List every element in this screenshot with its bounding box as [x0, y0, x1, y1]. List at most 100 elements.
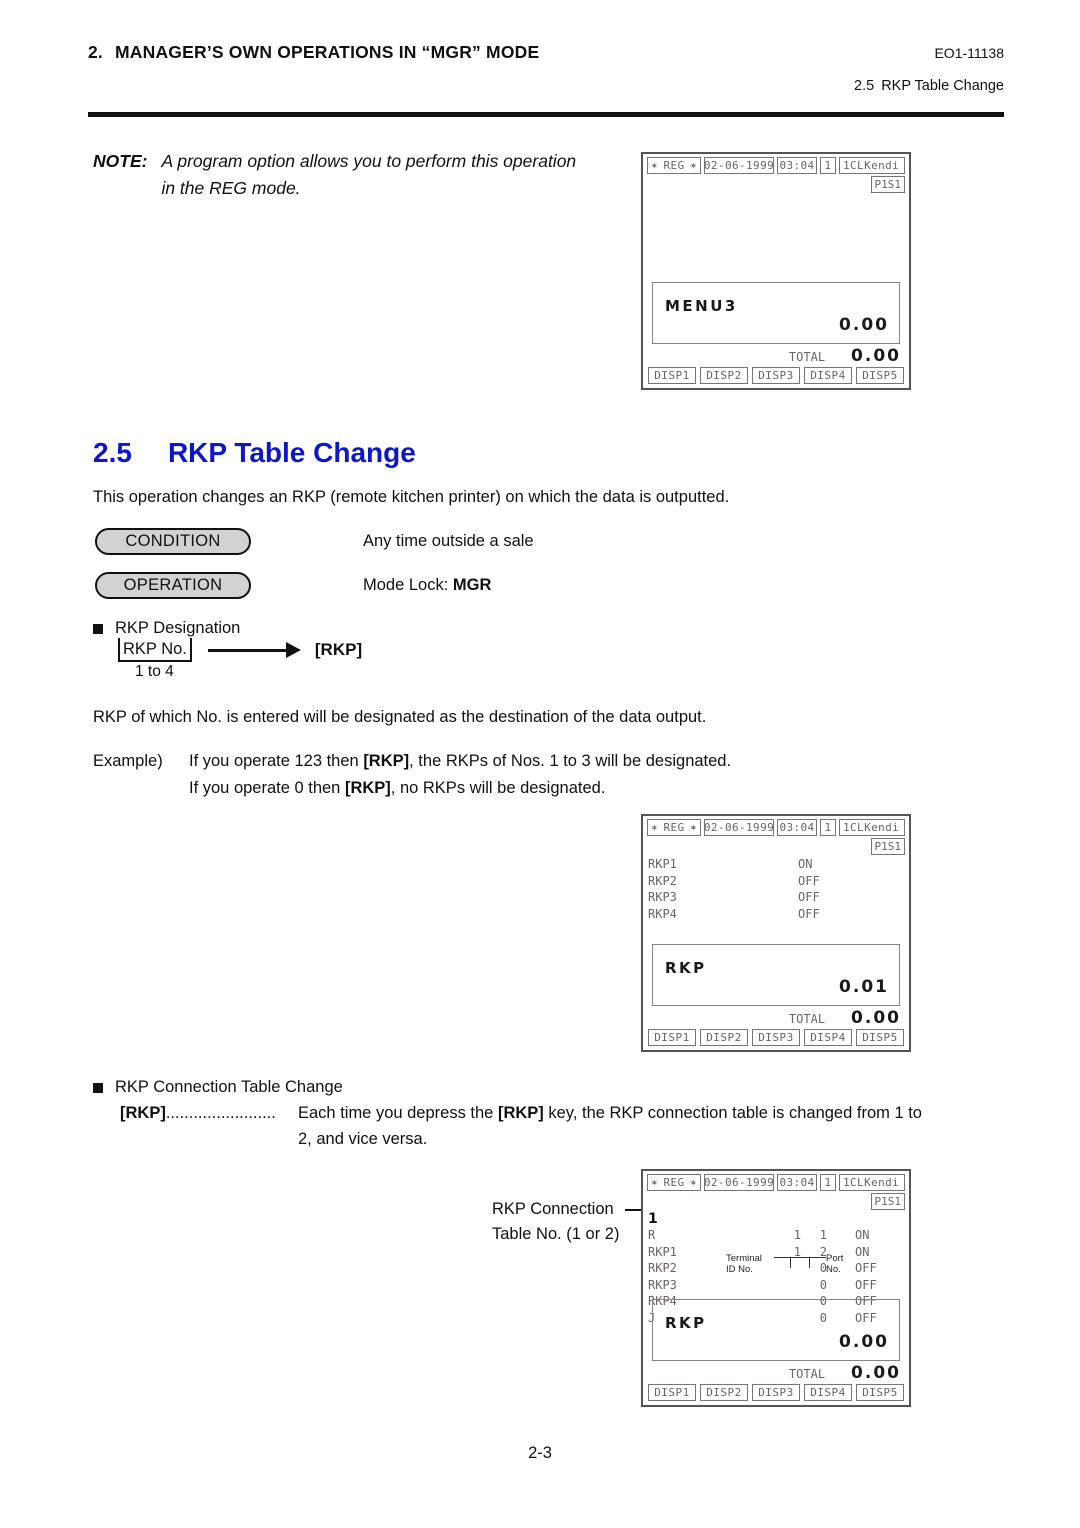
- rkp-designation-heading: RKP Designation: [93, 619, 240, 638]
- bullet-square-icon: [93, 623, 103, 634]
- disp3-button[interactable]: DISP3: [752, 367, 800, 384]
- disp2-button[interactable]: DISP2: [700, 1029, 748, 1046]
- lcd-disp-button-bar: DISP1 DISP2 DISP3 DISP4 DISP5: [648, 1029, 904, 1046]
- example-body: If you operate 123 then [RKP], the RKPs …: [189, 748, 989, 802]
- mode-star-left-icon: ✶: [651, 821, 659, 834]
- row-name: RKP3: [648, 1277, 677, 1292]
- rkp-connection-inline-key: [RKP]: [497, 1104, 544, 1122]
- example-line1-b: , the RKPs of Nos. 1 to 3 will be design…: [409, 752, 732, 770]
- lcd-status-bar: ✶ REG ✶ 02-06-1999 03:04 1 1CLKendi: [647, 819, 905, 836]
- note-block: NOTE: A program option allows you to perf…: [93, 148, 613, 202]
- leader-dots: ........................: [165, 1104, 276, 1122]
- lcd-amount-zone: RKP 0.01: [652, 944, 900, 1006]
- lcd-total-label: TOTAL: [788, 1367, 826, 1381]
- disp5-button[interactable]: DISP5: [856, 1384, 904, 1401]
- rkp-connection-text-b: key, the RKP connection table is changed…: [543, 1104, 922, 1122]
- rkp-key-label: [RKP]: [314, 640, 363, 659]
- header-top-row: 2. MANAGER’S OWN OPERATIONS IN “MGR” MODE…: [88, 42, 1004, 63]
- lcd-ps-badge: P1S1: [870, 1193, 905, 1210]
- page-number: 2-3: [528, 1444, 552, 1462]
- disp5-button[interactable]: DISP5: [856, 1029, 904, 1046]
- lcd-total-value: 0.00: [851, 1363, 901, 1383]
- list-item: RKP4 OFF: [648, 906, 904, 923]
- lcd-amount-zone: MENU3 0.00: [652, 282, 900, 344]
- lcd-ps-badge: P1S1: [870, 838, 905, 855]
- rkp-designation-heading-label: RKP Designation: [115, 619, 241, 637]
- lcd-register-no-field: 1: [820, 1174, 836, 1191]
- bullet-square-icon: [93, 1082, 103, 1093]
- lcd-clerk-field: 1CLKendi: [839, 1174, 905, 1191]
- row-name: R: [648, 1228, 656, 1242]
- lcd-mode-field: ✶ REG ✶: [647, 819, 701, 836]
- intro-paragraph: This operation changes an RKP (remote ki…: [93, 488, 730, 506]
- lcd-amount-zone: RKP 0.00: [652, 1299, 900, 1361]
- terminal-id-annotation-line2: ID No.: [726, 1264, 753, 1275]
- list-item: RKP2 OFF: [648, 873, 904, 890]
- mode-star-right-icon: ✶: [689, 1176, 697, 1189]
- mode-star-left-icon: ✶: [651, 1176, 659, 1189]
- connection-table-no: 1: [648, 1211, 658, 1227]
- disp5-button[interactable]: DISP5: [856, 367, 904, 384]
- rkp-connection-description: [RKP]........................ Each time y…: [120, 1100, 1010, 1152]
- disp4-button[interactable]: DISP4: [804, 367, 852, 384]
- terminal-id: 1: [793, 1228, 801, 1242]
- rkp-name: RKP3: [648, 890, 677, 904]
- terminal-id-annotation: Terminal ID No.: [726, 1253, 762, 1275]
- port-no: 0: [819, 1277, 827, 1292]
- lcd-total-row: TOTAL 0.00: [648, 1363, 901, 1383]
- rkp-name: RKP4: [648, 906, 677, 921]
- lcd-register-no-field: 1: [820, 157, 836, 174]
- lcd-time-field: 03:04: [777, 819, 817, 836]
- lcd-total-value: 0.00: [851, 1008, 901, 1028]
- row-status: ON: [855, 1228, 870, 1242]
- section-number: 2.5: [93, 437, 132, 468]
- disp4-button[interactable]: DISP4: [804, 1029, 852, 1046]
- rkp-designation-description: RKP of which No. is entered will be desi…: [93, 708, 707, 726]
- header-divider-rule: [88, 112, 1004, 117]
- rkp-designation-flow: RKP No. [RKP]: [118, 638, 362, 662]
- port-leader-horizontal: [790, 1257, 826, 1258]
- disp4-button[interactable]: DISP4: [804, 1384, 852, 1401]
- rkp-name: RKP1: [648, 857, 677, 871]
- rkp-no-entry-box: RKP No.: [118, 638, 192, 662]
- mode-star-left-icon: ✶: [651, 159, 659, 172]
- condition-pill: CONDITION: [95, 528, 251, 555]
- page-title: 2.5 RKP Table Change: [93, 437, 416, 469]
- rkp-connection-heading-label: RKP Connection Table Change: [115, 1078, 343, 1096]
- example-line2-b: , no RKPs will be designated.: [390, 779, 606, 797]
- lcd-total-label: TOTAL: [788, 350, 826, 364]
- lcd-date-field: 02-06-1999: [703, 1174, 775, 1191]
- lcd-status-bar: ✶ REG ✶ 02-06-1999 03:04 1 1CLKendi: [647, 157, 905, 174]
- disp2-button[interactable]: DISP2: [700, 367, 748, 384]
- disp1-button[interactable]: DISP1: [648, 1384, 696, 1401]
- list-item: RKP1 ON: [648, 856, 904, 873]
- rkp-no-range-label: 1 to 4: [135, 663, 174, 680]
- disp3-button[interactable]: DISP3: [752, 1029, 800, 1046]
- rkp-key-label: [RKP]: [120, 1104, 166, 1122]
- lcd-amount-value: 0.01: [839, 977, 889, 997]
- running-section-title: RKP Table Change: [881, 78, 1004, 94]
- rkp-status: OFF: [798, 873, 820, 888]
- disp1-button[interactable]: DISP1: [648, 1029, 696, 1046]
- rkp-connection-text-a: Each time you depress the: [298, 1104, 498, 1122]
- terminal-id-annotation-line1: Terminal: [726, 1253, 762, 1264]
- lcd-amount-label: MENU3: [665, 297, 738, 315]
- operation-mode-value: MGR: [452, 576, 492, 594]
- operation-text-prefix: Mode Lock:: [363, 576, 453, 594]
- port-no-annotation: Port No.: [826, 1253, 843, 1275]
- lcd-clerk-field: 1CLKendi: [839, 157, 905, 174]
- lcd-register-no-field: 1: [820, 819, 836, 836]
- table-no-row: 1: [648, 1211, 904, 1227]
- rkp-status: OFF: [798, 890, 820, 904]
- arrow-right-icon: [207, 642, 301, 658]
- lcd-time-field: 03:04: [777, 157, 817, 174]
- disp3-button[interactable]: DISP3: [752, 1384, 800, 1401]
- operation-row: OPERATION Mode Lock: MGR: [95, 572, 491, 599]
- note-label: NOTE:: [93, 151, 148, 171]
- example-label: Example): [93, 752, 163, 770]
- disp2-button[interactable]: DISP2: [700, 1384, 748, 1401]
- disp1-button[interactable]: DISP1: [648, 367, 696, 384]
- rkp-connection-key-and-dots: [RKP]........................: [120, 1100, 298, 1126]
- port-no-annotation-line2: No.: [826, 1264, 841, 1275]
- example-line2-a: If you operate 0 then: [189, 779, 345, 797]
